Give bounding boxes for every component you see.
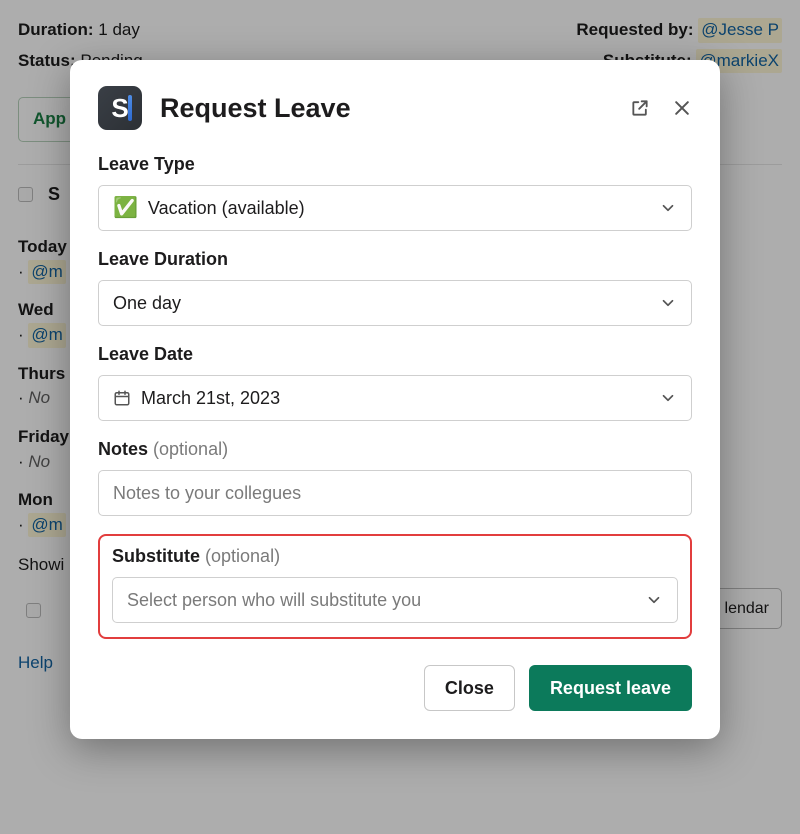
request-leave-button[interactable]: Request leave — [529, 665, 692, 711]
leave-type-select[interactable]: ✅ Vacation (available) — [98, 185, 692, 231]
request-leave-modal: S Request Leave Leave Type ✅ Vacation (a… — [70, 60, 720, 739]
notes-input[interactable]: Notes to your collegues — [98, 470, 692, 516]
leave-duration-value: One day — [113, 293, 181, 314]
leave-date-label: Leave Date — [98, 344, 692, 365]
leave-duration-label: Leave Duration — [98, 249, 692, 270]
app-icon: S — [98, 86, 142, 130]
substitute-placeholder: Select person who will substitute you — [127, 590, 421, 611]
chevron-down-icon — [659, 294, 677, 312]
close-button[interactable]: Close — [424, 665, 515, 711]
open-external-icon[interactable] — [630, 98, 650, 118]
leave-date-value: March 21st, 2023 — [141, 388, 280, 409]
substitute-field-label: Substitute — [112, 546, 200, 566]
notes-optional: (optional) — [153, 439, 228, 459]
check-emoji-icon: ✅ — [113, 198, 138, 218]
chevron-down-icon — [659, 199, 677, 217]
substitute-optional: (optional) — [205, 546, 280, 566]
notes-label: Notes — [98, 439, 148, 459]
leave-duration-select[interactable]: One day — [98, 280, 692, 326]
modal-title: Request Leave — [160, 93, 612, 124]
calendar-icon — [113, 389, 131, 407]
leave-type-value: Vacation (available) — [148, 198, 305, 219]
substitute-highlight: Substitute (optional) Select person who … — [98, 534, 692, 639]
chevron-down-icon — [645, 591, 663, 609]
chevron-down-icon — [659, 389, 677, 407]
leave-date-picker[interactable]: March 21st, 2023 — [98, 375, 692, 421]
notes-placeholder: Notes to your collegues — [113, 483, 301, 504]
substitute-select[interactable]: Select person who will substitute you — [112, 577, 678, 623]
leave-type-label: Leave Type — [98, 154, 692, 175]
close-icon[interactable] — [672, 98, 692, 118]
